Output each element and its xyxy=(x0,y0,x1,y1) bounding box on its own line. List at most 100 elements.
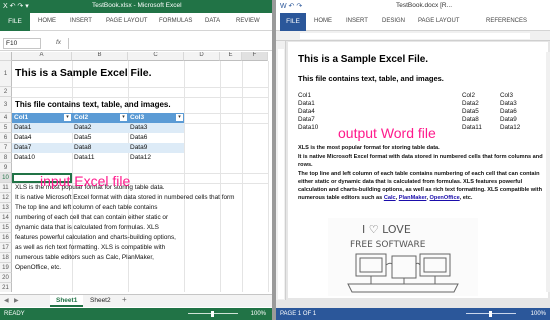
row-header[interactable]: 1 xyxy=(0,61,12,87)
row-header[interactable]: 17 xyxy=(0,243,12,253)
excel-tab-file[interactable]: FILE xyxy=(0,13,30,31)
table-cell[interactable]: Data4 xyxy=(12,133,72,143)
excel-tab-review[interactable]: REVIEW xyxy=(236,18,260,24)
table-cell: Col3 xyxy=(500,92,513,99)
cell-a3-subtitle[interactable]: This file contains text, table, and imag… xyxy=(15,100,171,109)
document-paragraph-3: The top line and left column of each tab… xyxy=(298,171,542,201)
word-ribbon-tabs: FILE HOME INSERT DESIGN PAGE LAYOUT REFE… xyxy=(276,13,550,31)
row-header[interactable]: 21 xyxy=(0,283,12,292)
fx-icon[interactable]: fx xyxy=(56,39,61,46)
grid-line xyxy=(268,61,269,292)
row-header[interactable]: 16 xyxy=(0,233,12,243)
excel-tab-data[interactable]: DATA xyxy=(205,18,220,24)
table-cell[interactable]: Data8 xyxy=(72,143,128,153)
table-cell: Data11 xyxy=(462,124,482,131)
excel-status-bar: READY 100% xyxy=(0,308,272,320)
cell-text-2[interactable]: It is native Microsoft Excel format with… xyxy=(15,193,267,203)
sheet-tab-sheet2[interactable]: Sheet2 xyxy=(84,295,117,307)
word-tab-file[interactable]: FILE xyxy=(280,13,306,31)
word-tab-page-layout[interactable]: PAGE LAYOUT xyxy=(418,18,459,24)
word-zoom-level[interactable]: 100% xyxy=(531,311,546,317)
row-header-selected[interactable]: 10 xyxy=(0,173,12,183)
link-calc[interactable]: Calc xyxy=(384,195,396,201)
table-cell[interactable]: Data2 xyxy=(72,123,128,133)
row-header[interactable]: 19 xyxy=(0,263,12,273)
column-header-b[interactable]: B xyxy=(72,52,128,61)
column-header-f[interactable]: F xyxy=(242,52,268,61)
table-cell[interactable]: Data10 xyxy=(12,153,72,163)
word-tab-home[interactable]: HOME xyxy=(314,18,332,24)
link-openoffice[interactable]: OpenOffice xyxy=(430,195,460,201)
vertical-scrollbar[interactable] xyxy=(546,52,550,292)
table-header-col3[interactable]: Col3 ▾ xyxy=(128,113,184,123)
table-header-col1[interactable]: Col1 ▾ xyxy=(12,113,72,123)
table-cell[interactable]: Data5 xyxy=(72,133,128,143)
row-header[interactable]: 14 xyxy=(0,213,12,223)
excel-zoom-slider-handle[interactable] xyxy=(211,311,214,317)
table-cell[interactable]: Data7 xyxy=(12,143,72,153)
table-cell: Data9 xyxy=(500,116,517,123)
row-header[interactable]: 3 xyxy=(0,97,12,113)
excel-tab-insert[interactable]: INSERT xyxy=(70,18,92,24)
table-cell: Data4 xyxy=(298,108,315,115)
row-header[interactable]: 18 xyxy=(0,253,12,263)
table-cell[interactable]: Data6 xyxy=(128,133,184,143)
row-header[interactable]: 6 xyxy=(0,133,12,143)
add-sheet-button[interactable]: + xyxy=(116,295,133,307)
row-header[interactable]: 9 xyxy=(0,163,12,173)
select-all-corner[interactable] xyxy=(0,52,12,61)
excel-tab-home[interactable]: HOME xyxy=(38,18,56,24)
row-header[interactable]: 5 xyxy=(0,123,12,133)
excel-zoom-level[interactable]: 100% xyxy=(251,311,266,317)
ruler-text-area xyxy=(278,49,284,299)
row-header[interactable]: 7 xyxy=(0,143,12,153)
document-page[interactable]: This is a Sample Excel File. This file c… xyxy=(288,42,548,298)
filter-dropdown-icon[interactable]: ▾ xyxy=(120,114,127,121)
table-cell[interactable]: Data1 xyxy=(12,123,72,133)
row-header[interactable]: 13 xyxy=(0,203,12,213)
i-love-free-software-image[interactable]: I ♡ LOVE FREE SOFTWARE xyxy=(328,218,478,296)
column-header-e[interactable]: E xyxy=(220,52,242,61)
row-header[interactable]: 15 xyxy=(0,223,12,233)
filter-dropdown-icon[interactable]: ▾ xyxy=(176,114,183,121)
table-cell: Col1 xyxy=(298,92,311,99)
word-quick-access[interactable]: W ↶ ↷ xyxy=(280,2,302,10)
vertical-ruler[interactable] xyxy=(276,41,286,300)
row-header[interactable]: 2 xyxy=(0,87,12,97)
word-status-bar: PAGE 1 OF 1 100% xyxy=(276,308,550,320)
excel-quick-access[interactable]: X ↶ ↷ ▾ xyxy=(3,2,29,10)
table-cell[interactable]: Data3 xyxy=(128,123,184,133)
row-header[interactable]: 12 xyxy=(0,193,12,203)
cell-a1-title[interactable]: This is a Sample Excel File. xyxy=(15,67,152,79)
link-planmaker[interactable]: PlanMaker xyxy=(399,195,427,201)
column-header-c[interactable]: C xyxy=(128,52,184,61)
sheet-next-icon[interactable]: ▶ xyxy=(14,297,19,304)
sheet-tab-sheet1[interactable]: Sheet1 xyxy=(50,295,84,307)
row-header[interactable]: 4 xyxy=(0,113,12,123)
word-zoom-slider-handle[interactable] xyxy=(489,311,492,317)
table-cell[interactable]: Data12 xyxy=(128,153,184,163)
table-cell[interactable]: Data9 xyxy=(128,143,184,153)
formula-input[interactable] xyxy=(68,38,264,49)
excel-tab-page-layout[interactable]: PAGE LAYOUT xyxy=(106,18,147,24)
row-header[interactable]: 20 xyxy=(0,273,12,283)
row-header[interactable]: 8 xyxy=(0,153,12,163)
cell-text-3[interactable]: The top line and left column of each tab… xyxy=(15,203,177,273)
page-count[interactable]: PAGE 1 OF 1 xyxy=(280,311,316,317)
spreadsheet-grid[interactable]: A B C D E F 1 2 3 4 5 6 7 8 9 10 11 12 1… xyxy=(0,52,272,292)
filter-dropdown-icon[interactable]: ▾ xyxy=(64,114,71,121)
grid-line xyxy=(220,61,221,292)
sheet-prev-icon[interactable]: ◀ xyxy=(4,297,9,304)
column-header-d[interactable]: D xyxy=(184,52,220,61)
column-header-a[interactable]: A xyxy=(12,52,72,61)
table-header-col2[interactable]: Col2 ▾ xyxy=(72,113,128,123)
word-tab-insert[interactable]: INSERT xyxy=(346,18,368,24)
table-cell[interactable]: Data11 xyxy=(72,153,128,163)
word-tab-references[interactable]: REFERENCES xyxy=(486,18,527,24)
horizontal-ruler[interactable] xyxy=(276,31,550,41)
document-table-col1: Col1 Data1 Data4 Data7 Data10 xyxy=(298,92,318,132)
word-tab-design[interactable]: DESIGN xyxy=(382,18,405,24)
row-header[interactable]: 11 xyxy=(0,183,12,193)
excel-tab-formulas[interactable]: FORMULAS xyxy=(159,18,192,24)
name-box[interactable]: F10 xyxy=(3,38,41,49)
